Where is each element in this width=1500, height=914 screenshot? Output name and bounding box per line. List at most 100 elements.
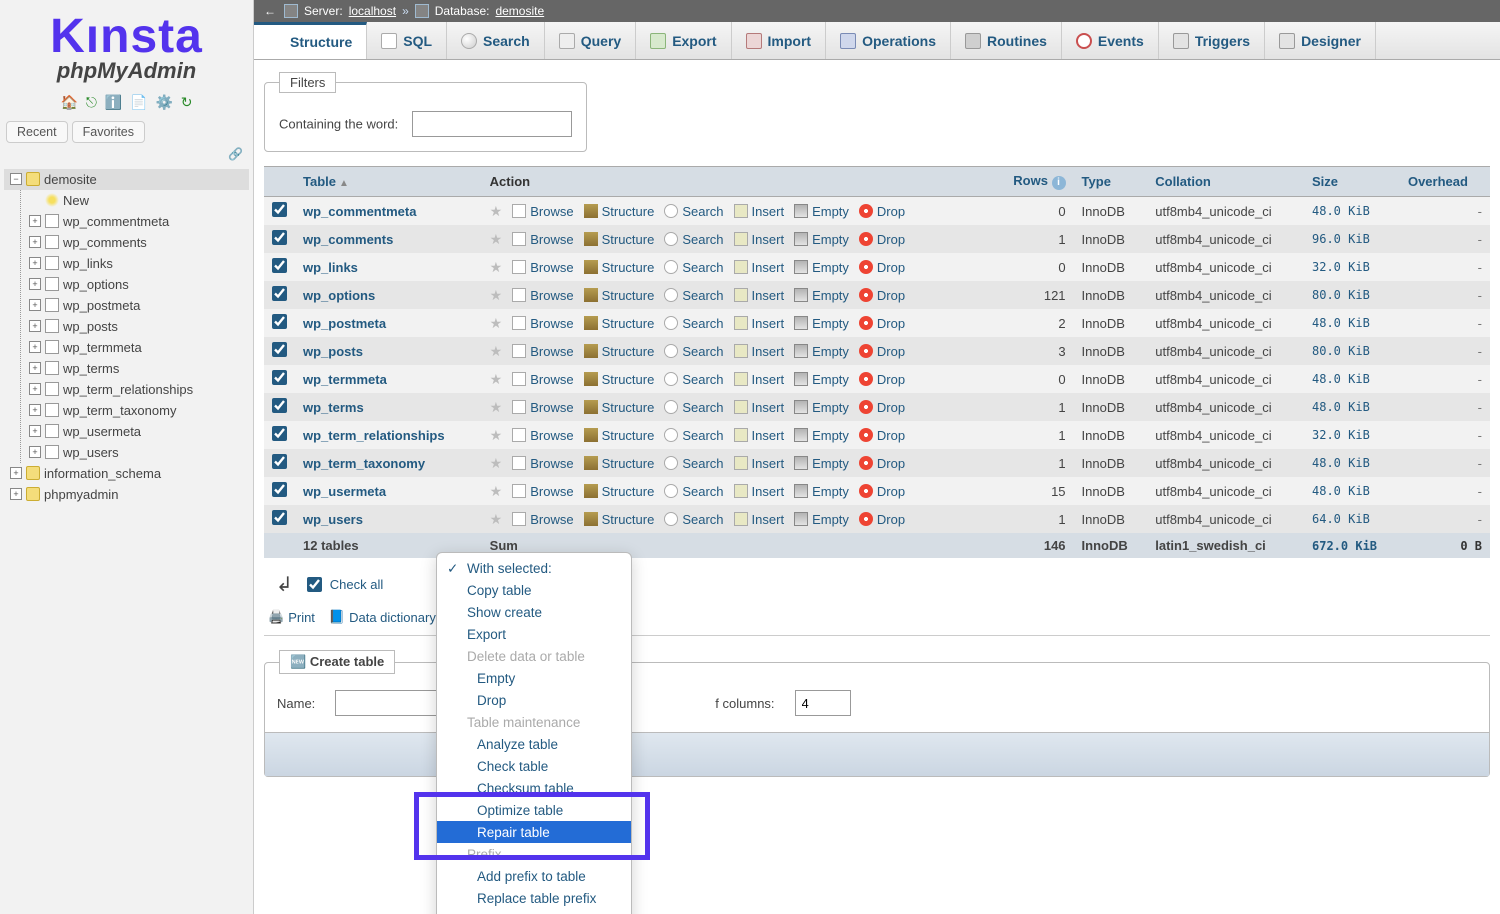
search-link[interactable]: Search [664,316,723,331]
search-link[interactable]: Search [664,204,723,219]
empty-link[interactable]: Empty [794,400,849,415]
drop-link[interactable]: Drop [859,232,905,247]
plus-icon[interactable]: + [29,299,41,311]
table-name-link[interactable]: wp_postmeta [303,316,386,331]
structure-link[interactable]: Structure [584,316,655,331]
table-name-link[interactable]: wp_terms [303,400,364,415]
structure-link[interactable]: Structure [584,484,655,499]
search-link[interactable]: Search [664,512,723,527]
row-checkbox[interactable] [272,342,287,357]
sidebar-tab-recent[interactable]: Recent [6,121,68,143]
with-selected-dropdown[interactable]: With selected:Copy tableShow createExpor… [436,552,632,914]
drop-link[interactable]: Drop [859,428,905,443]
table-name-link[interactable]: wp_users [303,512,363,527]
tab-export[interactable]: Export [636,22,731,59]
home-icon[interactable]: 🏠 [58,94,79,110]
insert-link[interactable]: Insert [734,512,785,527]
tree-db-phpmyadmin[interactable]: + phpmyadmin [4,484,249,505]
insert-link[interactable]: Insert [734,372,785,387]
tab-events[interactable]: Events [1062,22,1159,59]
plus-icon[interactable]: + [29,383,41,395]
structure-link[interactable]: Structure [584,400,655,415]
empty-link[interactable]: Empty [794,204,849,219]
drop-link[interactable]: Drop [859,260,905,275]
table-name-link[interactable]: wp_options [303,288,375,303]
browse-link[interactable]: Browse [512,372,573,387]
plus-icon[interactable]: + [29,236,41,248]
dropdown-item[interactable]: Export [437,623,631,645]
star-icon[interactable]: ★ [490,371,503,388]
plus-icon[interactable]: + [29,320,41,332]
star-icon[interactable]: ★ [490,259,503,276]
empty-link[interactable]: Empty [794,512,849,527]
plus-icon[interactable]: + [29,215,41,227]
empty-link[interactable]: Empty [794,260,849,275]
empty-link[interactable]: Empty [794,288,849,303]
row-checkbox[interactable] [272,454,287,469]
drop-link[interactable]: Drop [859,288,905,303]
minus-icon[interactable]: − [10,173,22,185]
empty-link[interactable]: Empty [794,316,849,331]
structure-link[interactable]: Structure [584,372,655,387]
structure-link[interactable]: Structure [584,288,655,303]
tab-structure[interactable]: Structure [254,22,367,59]
structure-link[interactable]: Structure [584,512,655,527]
create-cols-input[interactable] [795,690,851,716]
row-checkbox[interactable] [272,510,287,525]
row-checkbox[interactable] [272,398,287,413]
tab-routines[interactable]: Routines [951,22,1062,59]
breadcrumb-db-link[interactable]: demosite [495,4,544,18]
breadcrumb-server-link[interactable]: localhost [349,4,396,18]
insert-link[interactable]: Insert [734,484,785,499]
plus-icon[interactable]: + [29,278,41,290]
structure-link[interactable]: Structure [584,456,655,471]
browse-link[interactable]: Browse [512,400,573,415]
table-name-link[interactable]: wp_links [303,260,358,275]
drop-link[interactable]: Drop [859,400,905,415]
tree-table-wp_options[interactable]: + wp_options [23,274,249,295]
drop-link[interactable]: Drop [859,372,905,387]
tree-table-wp_term_taxonomy[interactable]: + wp_term_taxonomy [23,400,249,421]
tree-table-wp_termmeta[interactable]: + wp_termmeta [23,337,249,358]
table-name-link[interactable]: wp_usermeta [303,484,386,499]
dropdown-item[interactable]: Copy table [437,579,631,601]
search-link[interactable]: Search [664,456,723,471]
info-icon[interactable]: ℹ️ [103,94,124,110]
search-link[interactable]: Search [664,260,723,275]
print-link[interactable]: 🖨️Print [268,609,315,625]
star-icon[interactable]: ★ [490,483,503,500]
tree-table-wp_usermeta[interactable]: + wp_usermeta [23,421,249,442]
insert-link[interactable]: Insert [734,344,785,359]
tab-query[interactable]: Query [545,22,636,59]
browse-link[interactable]: Browse [512,512,573,527]
tree-table-wp_terms[interactable]: + wp_terms [23,358,249,379]
tree-table-wp_users[interactable]: + wp_users [23,442,249,463]
link-icon[interactable]: 🔗 [228,147,243,161]
structure-link[interactable]: Structure [584,260,655,275]
sidebar-tab-favorites[interactable]: Favorites [72,121,145,143]
tree-new[interactable]: New [23,190,249,211]
browse-link[interactable]: Browse [512,288,573,303]
dropdown-item[interactable]: Checksum table [437,777,631,799]
star-icon[interactable]: ★ [490,343,503,360]
search-link[interactable]: Search [664,288,723,303]
star-icon[interactable]: ★ [490,427,503,444]
drop-link[interactable]: Drop [859,344,905,359]
search-link[interactable]: Search [664,344,723,359]
star-icon[interactable]: ★ [490,399,503,416]
reload-icon[interactable]: ↻ [179,94,195,110]
checkall-label[interactable]: Check all [330,577,383,592]
empty-link[interactable]: Empty [794,456,849,471]
star-icon[interactable]: ★ [490,315,503,332]
tab-sql[interactable]: SQL [367,22,447,59]
browse-link[interactable]: Browse [512,344,573,359]
insert-link[interactable]: Insert [734,400,785,415]
drop-link[interactable]: Drop [859,484,905,499]
tree-db-demosite[interactable]: − demosite [4,169,249,190]
row-checkbox[interactable] [272,202,287,217]
insert-link[interactable]: Insert [734,428,785,443]
tab-import[interactable]: Import [732,22,827,59]
tab-triggers[interactable]: Triggers [1159,22,1265,59]
dropdown-item[interactable]: Check table [437,755,631,777]
plus-icon[interactable]: + [29,362,41,374]
